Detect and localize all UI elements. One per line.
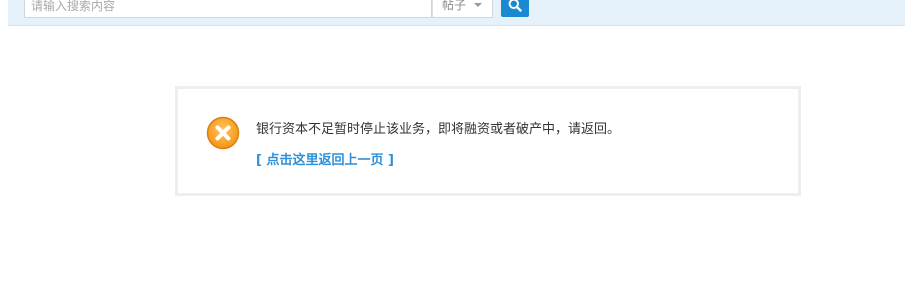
top-search-bar: 帖子 [8, 0, 905, 26]
back-link[interactable]: [ 点击这里返回上一页 ] [256, 149, 394, 168]
search-box [24, 0, 432, 18]
search-button[interactable] [501, 0, 529, 17]
message-box: 银行资本不足暂时停止该业务，即将融资或者破产中，请返回。 [ 点击这里返回上一页… [175, 86, 801, 196]
search-type-select[interactable]: 帖子 [432, 0, 493, 18]
search-icon [508, 0, 522, 12]
chevron-down-icon [474, 3, 482, 7]
error-message: 银行资本不足暂时停止该业务，即将融资或者破产中，请返回。 [256, 122, 621, 137]
search-type-label: 帖子 [442, 0, 467, 12]
error-x-icon [206, 116, 240, 150]
search-input[interactable] [25, 0, 431, 17]
